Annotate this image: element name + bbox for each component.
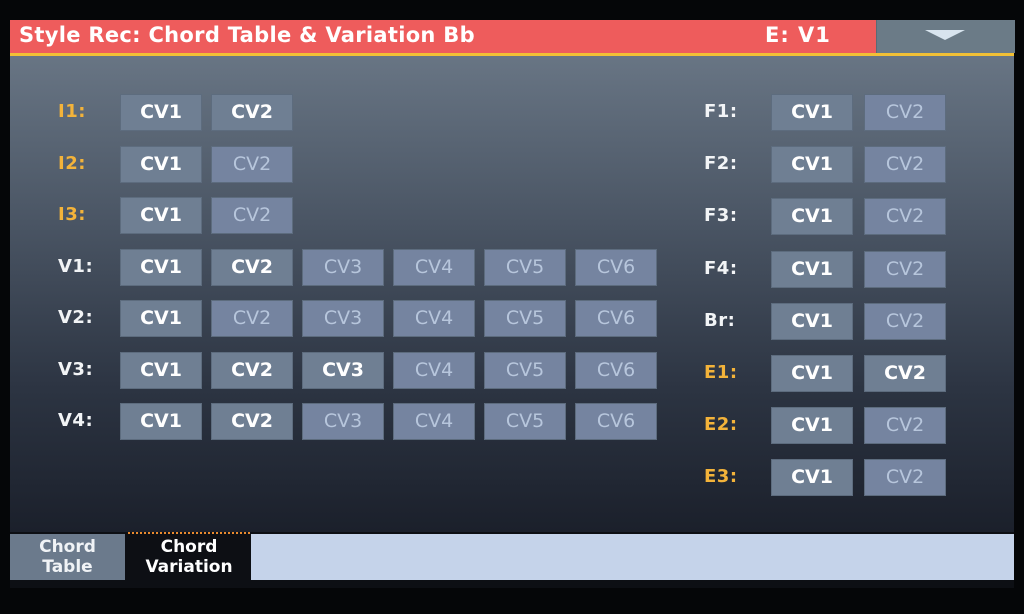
chord-variation-button-cv4[interactable]: CV4 xyxy=(393,248,475,286)
section-row: E3: CV1 CV2 xyxy=(704,459,1024,497)
chord-variation-button-cv3[interactable]: CV3 xyxy=(302,403,384,440)
chord-variation-button-cv6[interactable]: CV6 xyxy=(575,403,657,440)
chord-variation-button-cv1[interactable]: CV1 xyxy=(120,94,202,131)
chord-variation-button-cv1[interactable]: CV1 xyxy=(120,300,202,337)
tab-bar-filler xyxy=(251,534,1014,580)
section-label: V1: xyxy=(58,255,94,277)
tab-label-line1: Chord xyxy=(39,537,96,557)
chord-variation-button-cv2[interactable]: CV2 xyxy=(864,198,946,236)
title-bar: Style Rec: Chord Table & Variation Bb E:… xyxy=(10,20,1015,56)
chord-variation-button-cv1[interactable]: CV1 xyxy=(771,146,853,184)
chord-variation-button-cv1[interactable]: CV1 xyxy=(120,351,202,389)
chord-variation-button-cv2[interactable]: CV2 xyxy=(211,300,293,337)
section-label: E1: xyxy=(704,362,738,383)
section-label: Br: xyxy=(704,309,736,331)
chord-variation-button-cv5[interactable]: CV5 xyxy=(484,248,566,286)
tab-label-line1: Chord xyxy=(160,537,218,557)
chord-variation-button-cv1[interactable]: CV1 xyxy=(771,94,853,131)
tab-bar: Chord Table Chord Variation xyxy=(10,532,1014,580)
section-row: F3: CV1 CV2 xyxy=(704,198,1024,236)
tab-chord-table[interactable]: Chord Table xyxy=(10,534,125,580)
display-screen: Style Rec: Chord Table & Variation Bb E:… xyxy=(10,20,1015,588)
section-row: Br: CV1 CV2 xyxy=(704,302,1024,341)
section-label: V3: xyxy=(58,358,94,380)
chord-variation-button-cv1[interactable]: CV1 xyxy=(771,407,853,445)
tab-label-line2: Table xyxy=(42,557,93,577)
section-row: V3: CV1 CV2 CV3 CV4 CV5 CV6 xyxy=(58,351,758,390)
chord-variation-button-cv1[interactable]: CV1 xyxy=(771,355,853,392)
chord-variation-button-cv3[interactable]: CV3 xyxy=(302,300,384,337)
section-label: F1: xyxy=(704,101,738,122)
chord-variation-button-cv1[interactable]: CV1 xyxy=(120,145,202,183)
chord-variation-button-cv2[interactable]: CV2 xyxy=(864,355,946,392)
chord-variation-button-cv2[interactable]: CV2 xyxy=(211,248,293,286)
section-row: I2: CV1 CV2 xyxy=(58,145,758,184)
chord-variation-button-cv5[interactable]: CV5 xyxy=(484,300,566,337)
chord-variation-button-cv2[interactable]: CV2 xyxy=(211,351,293,389)
tab-chord-variation[interactable]: Chord Variation xyxy=(128,532,250,580)
section-row: I1: CV1 CV2 xyxy=(58,94,758,132)
section-label: F2: xyxy=(704,153,738,175)
section-row: F4: CV1 CV2 xyxy=(704,250,1024,289)
section-row: V2: CV1 CV2 CV3 CV4 CV5 CV6 xyxy=(58,300,758,338)
section-label: V4: xyxy=(58,410,94,431)
chord-variation-button-cv1[interactable]: CV1 xyxy=(771,250,853,288)
chord-variation-button-cv1[interactable]: CV1 xyxy=(771,198,853,236)
chord-variation-panel: I1: CV1 CV2 I2: CV1 CV2 I3: CV1 CV2 V1: CV1 CV2 CV3 C… xyxy=(10,56,1014,532)
chord-variation-button-cv1[interactable]: CV1 xyxy=(771,459,853,497)
chord-variation-button-cv2[interactable]: CV2 xyxy=(864,146,946,184)
chord-variation-button-cv6[interactable]: CV6 xyxy=(575,351,657,389)
section-label: F4: xyxy=(704,257,738,279)
chord-variation-button-cv2[interactable]: CV2 xyxy=(864,302,946,340)
chord-variation-button-cv4[interactable]: CV4 xyxy=(393,300,475,337)
chord-variation-button-cv2[interactable]: CV2 xyxy=(864,459,946,497)
chord-variation-button-cv1[interactable]: CV1 xyxy=(120,197,202,234)
section-row: F2: CV1 CV2 xyxy=(704,146,1024,184)
chord-variation-button-cv5[interactable]: CV5 xyxy=(484,403,566,440)
section-row: F1: CV1 CV2 xyxy=(704,94,1024,132)
chord-variation-button-cv2[interactable]: CV2 xyxy=(211,197,293,234)
chord-variation-button-cv6[interactable]: CV6 xyxy=(575,248,657,286)
chord-variation-button-cv5[interactable]: CV5 xyxy=(484,351,566,389)
chord-variation-button-cv2[interactable]: CV2 xyxy=(211,403,293,440)
chord-variation-button-cv6[interactable]: CV6 xyxy=(575,300,657,337)
section-label: V2: xyxy=(58,307,94,328)
section-label: I1: xyxy=(58,101,86,122)
section-row: I3: CV1 CV2 xyxy=(58,197,758,235)
chord-variation-button-cv2[interactable]: CV2 xyxy=(864,94,946,131)
section-label: E3: xyxy=(704,466,738,488)
page-title: Style Rec: Chord Table & Variation Bb xyxy=(19,23,475,47)
tab-label-line2: Variation xyxy=(145,557,233,577)
chord-variation-button-cv2[interactable]: CV2 xyxy=(211,145,293,183)
triangle-down-icon xyxy=(925,30,965,40)
section-label: F3: xyxy=(704,205,738,227)
chord-variation-button-cv2[interactable]: CV2 xyxy=(864,250,946,288)
chord-variation-button-cv1[interactable]: CV1 xyxy=(120,248,202,286)
section-row: V1: CV1 CV2 CV3 CV4 CV5 CV6 xyxy=(58,248,758,287)
chord-variation-button-cv3[interactable]: CV3 xyxy=(302,248,384,286)
section-row: V4: CV1 CV2 CV3 CV4 CV5 CV6 xyxy=(58,403,758,441)
chord-variation-button-cv1[interactable]: CV1 xyxy=(771,302,853,340)
section-row: E2: CV1 CV2 xyxy=(704,407,1024,445)
section-label: E2: xyxy=(704,414,738,436)
chord-variation-button-cv4[interactable]: CV4 xyxy=(393,403,475,440)
page-menu-button[interactable] xyxy=(876,20,1015,53)
section-row: E1: CV1 CV2 xyxy=(704,355,1024,393)
section-label: I3: xyxy=(58,204,86,225)
chord-variation-button-cv3[interactable]: CV3 xyxy=(302,351,384,389)
chord-variation-button-cv1[interactable]: CV1 xyxy=(120,403,202,440)
element-indicator: E: V1 xyxy=(765,23,831,47)
section-label: I2: xyxy=(58,152,86,174)
chord-variation-button-cv4[interactable]: CV4 xyxy=(393,351,475,389)
chord-variation-button-cv2[interactable]: CV2 xyxy=(211,94,293,131)
chord-variation-button-cv2[interactable]: CV2 xyxy=(864,407,946,445)
